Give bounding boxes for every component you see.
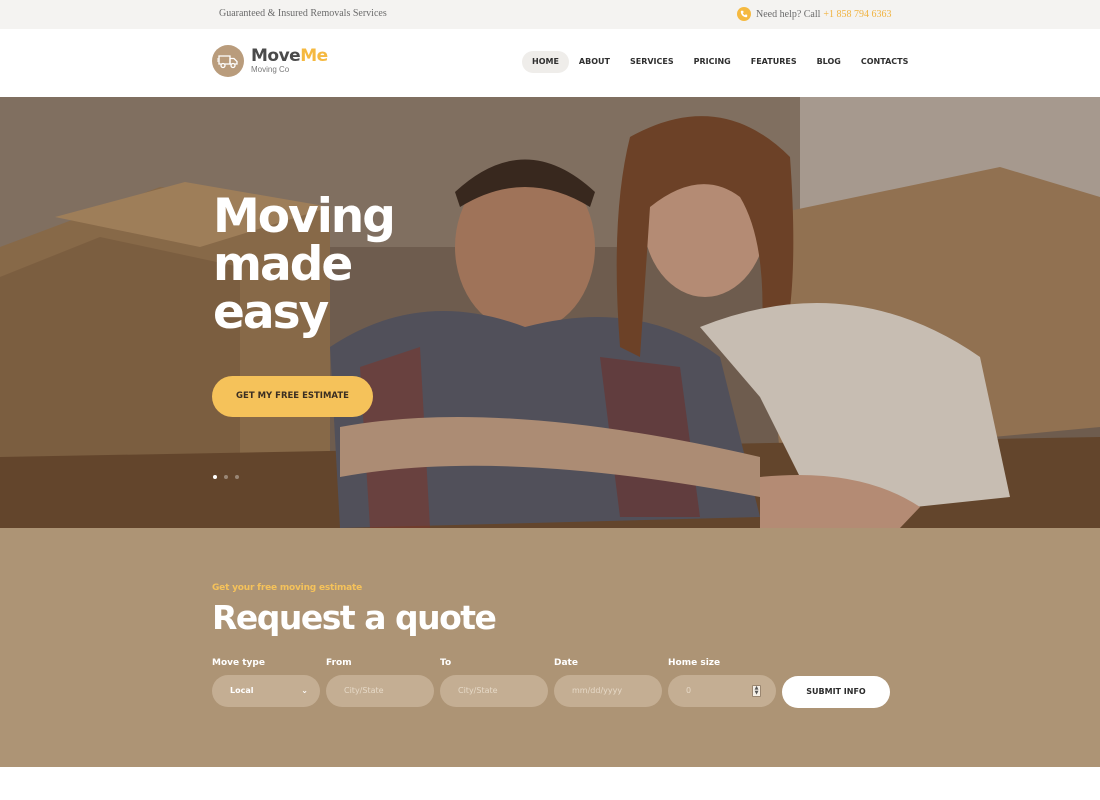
home-size-field: Home size 0 ▲ ▼ <box>668 658 776 707</box>
slider-dots <box>213 475 246 479</box>
nav-services[interactable]: SERVICES <box>620 51 684 73</box>
slider-dot-3[interactable] <box>235 475 239 479</box>
nav-about[interactable]: ABOUT <box>569 51 620 73</box>
from-field: From City/State <box>326 658 434 707</box>
from-label: From <box>326 658 352 668</box>
submit-info-button[interactable]: SUBMIT INFO <box>782 676 890 708</box>
page-below-fold <box>0 767 1100 800</box>
free-estimate-button[interactable]: GET MY FREE ESTIMATE <box>212 376 373 417</box>
slider-dot-2[interactable] <box>224 475 228 479</box>
top-bar: Guaranteed & Insured Removals Services N… <box>0 0 1100 29</box>
quote-section: Get your free moving estimate Request a … <box>0 528 1100 767</box>
quote-title: Request a quote <box>212 598 497 637</box>
nav-pricing[interactable]: PRICING <box>684 51 741 73</box>
phone-number-link[interactable]: +1 858 794 6363 <box>823 9 891 20</box>
phone-icon <box>737 7 751 21</box>
logo[interactable]: MoveMe Moving Co <box>212 45 328 77</box>
hero-slider: Moving made easy GET MY FREE ESTIMATE <box>0 97 1100 528</box>
site-header: MoveMe Moving Co HOME ABOUT SERVICES PRI… <box>0 29 1100 97</box>
main-nav: HOME ABOUT SERVICES PRICING FEATURES BLO… <box>522 51 918 73</box>
nav-home[interactable]: HOME <box>522 51 569 73</box>
home-size-input[interactable]: 0 ▲ ▼ <box>668 675 776 707</box>
date-label: Date <box>554 658 578 668</box>
brand-name: MoveMe <box>251 46 328 66</box>
date-field: Date mm/dd/yyyy <box>554 658 662 707</box>
nav-features[interactable]: FEATURES <box>741 51 807 73</box>
move-type-field: Move type Local ⌄ <box>212 658 320 707</box>
nav-contacts[interactable]: CONTACTS <box>851 51 918 73</box>
from-input[interactable]: City/State <box>326 675 434 707</box>
nav-blog[interactable]: BLOG <box>807 51 851 73</box>
move-type-label: Move type <box>212 658 265 668</box>
home-size-label: Home size <box>668 658 721 668</box>
tagline: Guaranteed & Insured Removals Services <box>219 8 387 19</box>
slider-dot-1[interactable] <box>213 475 217 479</box>
number-stepper-icon[interactable]: ▲ ▼ <box>752 685 761 697</box>
move-type-select[interactable]: Local ⌄ <box>212 675 320 707</box>
to-label: To <box>440 658 452 668</box>
hero-photo <box>0 97 1100 528</box>
quote-kicker: Get your free moving estimate <box>212 583 363 593</box>
to-field: To City/State <box>440 658 548 707</box>
chevron-down-icon: ⌄ <box>301 686 308 695</box>
moving-truck-icon <box>212 45 244 77</box>
hero-headline: Moving made easy <box>213 189 396 340</box>
help-label: Need help? Call <box>756 8 821 20</box>
date-input[interactable]: mm/dd/yyyy <box>554 675 662 707</box>
help-contact: Need help? Call +1 858 794 6363 <box>737 7 892 21</box>
to-input[interactable]: City/State <box>440 675 548 707</box>
brand-subtitle: Moving Co <box>251 65 290 74</box>
